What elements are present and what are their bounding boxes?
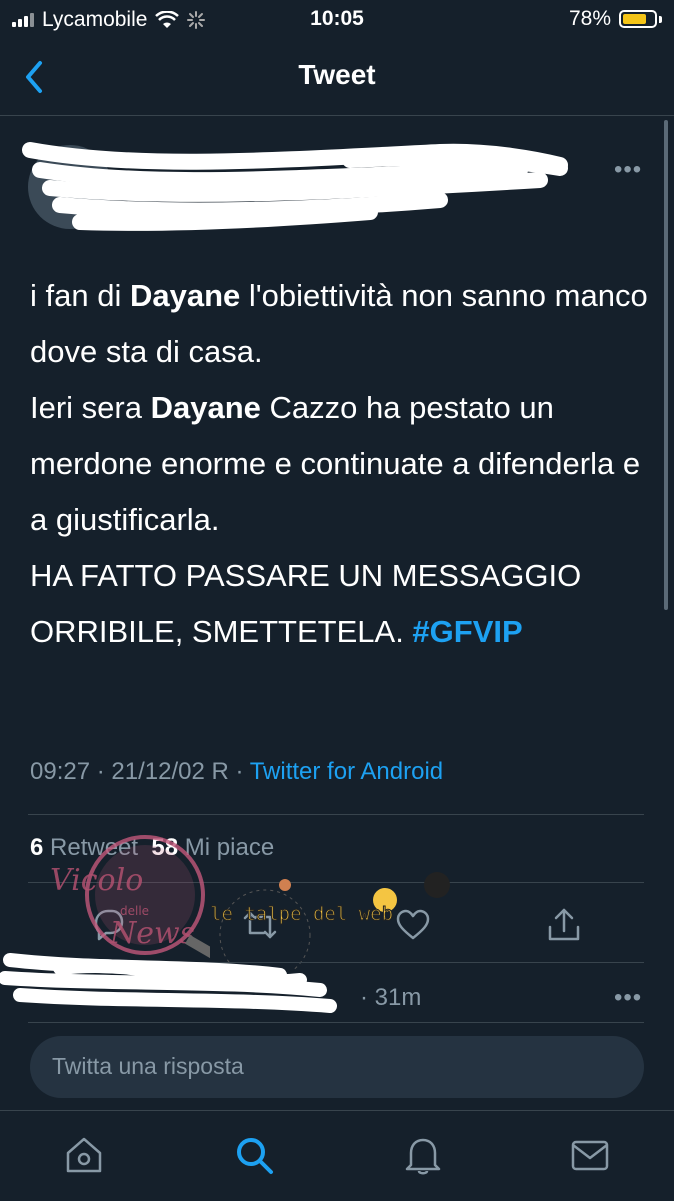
reply-timestamp: · 31m	[360, 984, 422, 1011]
share-icon[interactable]	[544, 905, 584, 945]
reply-placeholder: Twitta una risposta	[52, 1053, 244, 1079]
page-title: Tweet	[298, 59, 376, 90]
reply-redaction-scribble	[0, 953, 337, 1013]
status-bar: Lycamobile 10:05 78%	[0, 0, 674, 38]
more-icon[interactable]: •••	[614, 984, 642, 1012]
svg-text:Vicolo: Vicolo	[50, 863, 143, 898]
scrollbar[interactable]	[664, 120, 668, 610]
tweet-text: i fan di Dayane l'obiettività non sanno …	[30, 268, 650, 660]
tweet-meta: 09:27 · 21/12/02 R · Twitter for Android	[30, 758, 443, 786]
tweet-text-part: Ieri sera	[30, 390, 151, 425]
notifications-icon[interactable]	[401, 1133, 445, 1177]
hashtag-link[interactable]: #GFVIP	[412, 614, 522, 649]
redaction-scribble	[22, 142, 568, 231]
bottom-tab-bar	[0, 1110, 674, 1201]
more-icon[interactable]: •••	[614, 156, 642, 184]
search-icon[interactable]	[232, 1133, 276, 1177]
tweet-timestamp: 09:27 · 21/12/02 R ·	[30, 758, 250, 785]
tweet-mention-bold: Dayane	[129, 278, 241, 313]
divider	[28, 814, 644, 815]
tweet-mention-bold: Dayane	[150, 390, 261, 425]
battery-status: 78%	[569, 7, 662, 31]
divider	[28, 1022, 644, 1023]
home-icon[interactable]	[62, 1133, 106, 1177]
battery-percent: 78%	[568, 7, 611, 30]
messages-icon[interactable]	[568, 1133, 612, 1177]
svg-text:le talpe del web: le talpe del web	[210, 903, 393, 925]
battery-icon	[619, 10, 657, 28]
tweet-source-link[interactable]: Twitter for Android	[250, 758, 443, 785]
reply-compose-field[interactable]: Twitta una risposta	[30, 1036, 644, 1098]
top-nav: Tweet	[0, 45, 674, 116]
tweet-text-part: i fan di	[30, 278, 130, 313]
